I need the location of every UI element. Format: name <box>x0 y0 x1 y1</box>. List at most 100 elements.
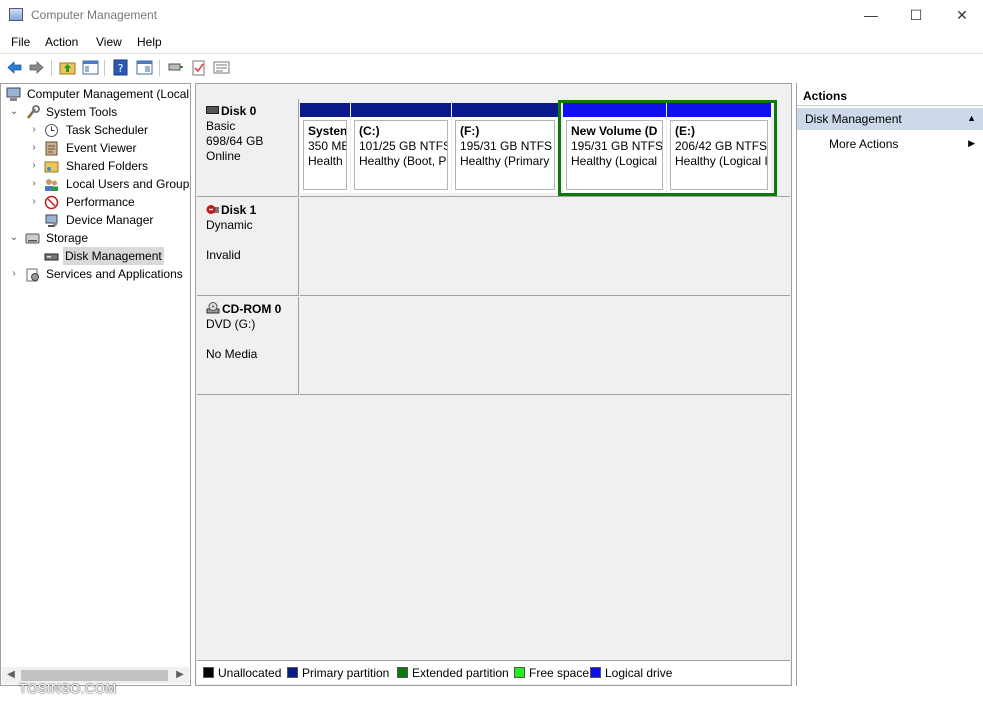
legend-swatch <box>590 667 601 678</box>
scrollbar-thumb[interactable] <box>21 670 168 681</box>
actions-header: Actions <box>797 86 983 106</box>
partition-size: 350 MB <box>308 139 347 153</box>
disk-name: Disk 1 <box>221 203 257 217</box>
tree-item-label: Task Scheduler <box>66 123 149 137</box>
close-button[interactable]: ✕ <box>942 4 982 28</box>
legend-swatch <box>287 667 298 678</box>
performance-icon <box>44 195 59 210</box>
actions-group-disk-management[interactable]: Disk Management ▲ <box>797 108 983 130</box>
disk-name: CD-ROM 0 <box>222 302 282 316</box>
title-bar: Computer Management — ☐ ✕ <box>0 0 983 31</box>
more-actions-link[interactable]: More Actions <box>829 137 898 151</box>
chevron-right-icon[interactable]: › <box>28 121 40 139</box>
disk-management-pane: Disk 0 Basic 698/64 GB Online Systen 350… <box>195 83 792 686</box>
tree-item-label: Device Manager <box>66 213 154 227</box>
tree-item-label: Storage <box>46 231 89 245</box>
partition-status: Healthy (Boot, P <box>359 154 447 168</box>
legend-extended-partition: Extended partition <box>397 666 509 680</box>
task-scheduler-icon <box>45 124 58 137</box>
partition-status: Healthy (Primary <box>460 154 550 168</box>
forward-arrow-icon[interactable] <box>28 59 45 76</box>
disk-size: 698/64 GB <box>206 134 264 148</box>
legend-free-space: Free space <box>514 666 589 680</box>
connect-icon[interactable] <box>167 59 184 76</box>
tree-item-label: Local Users and Groups <box>66 177 191 191</box>
computer-management-icon <box>6 87 21 101</box>
partition-size: 101/25 GB NTFS <box>359 139 448 153</box>
services-icon <box>26 268 39 282</box>
chevron-right-icon[interactable]: › <box>8 265 20 283</box>
chevron-right-icon[interactable]: › <box>28 157 40 175</box>
scroll-left-arrow-icon[interactable]: ◀ <box>4 668 18 682</box>
chevron-right-icon[interactable]: ▶ <box>968 138 975 149</box>
cd-drive-icon <box>206 302 220 314</box>
shared-folders-icon <box>44 161 59 173</box>
disk-0-label[interactable]: Disk 0 Basic 698/64 GB Online <box>197 99 299 197</box>
svg-text:?: ? <box>118 62 124 75</box>
properties-check-icon[interactable] <box>190 59 207 76</box>
partition-f[interactable]: (F:) 195/31 GB NTFS Healthy (Primary <box>452 103 558 193</box>
tree-item-label: Disk Management <box>63 247 164 265</box>
partition-stripe <box>452 103 558 117</box>
menu-action[interactable]: Action <box>45 35 78 49</box>
watermark: TOSINSO.COM <box>19 681 117 696</box>
system-tools-icon <box>27 105 40 119</box>
extended-partition-outline <box>558 100 777 196</box>
tree-item-label: Performance <box>66 195 135 209</box>
partition-stripe <box>351 103 451 117</box>
disk-size <box>206 233 298 248</box>
cdrom-0-label[interactable]: CD-ROM 0 DVD (G:) No Media <box>197 297 299 395</box>
disk-type: DVD (G:) <box>206 317 256 331</box>
disk-status: Invalid <box>206 248 241 262</box>
disk-type: Dynamic <box>206 218 253 232</box>
maximize-button[interactable]: ☐ <box>896 4 936 28</box>
show-hide-console-tree-icon[interactable] <box>82 59 99 76</box>
chevron-down-icon[interactable]: ⌄ <box>8 103 20 121</box>
legend-swatch <box>514 667 525 678</box>
menu-help[interactable]: Help <box>137 35 162 49</box>
tree-item-label: System Tools <box>46 105 118 119</box>
list-view-icon[interactable] <box>213 59 230 76</box>
minimize-button[interactable]: — <box>851 4 891 28</box>
back-arrow-icon[interactable] <box>6 59 23 76</box>
legend-unallocated: Unallocated <box>203 666 281 680</box>
window-title: Computer Management <box>31 8 158 22</box>
chevron-down-icon[interactable]: ⌄ <box>8 229 20 247</box>
disk-error-icon <box>206 205 219 214</box>
up-folder-icon[interactable] <box>59 59 76 76</box>
partition-name: (F:) <box>460 124 480 138</box>
chevron-right-icon[interactable]: › <box>28 139 40 157</box>
scroll-right-arrow-icon[interactable]: ▶ <box>173 668 187 682</box>
chevron-right-icon[interactable]: › <box>28 175 40 193</box>
cdrom-0-area <box>300 297 790 395</box>
partition-stripe <box>300 103 350 117</box>
legend-primary-partition: Primary partition <box>287 666 389 680</box>
partition-c[interactable]: (C:) 101/25 GB NTFS Healthy (Boot, P <box>351 103 451 193</box>
event-viewer-icon <box>45 141 58 156</box>
disk-1-label[interactable]: Disk 1 Dynamic Invalid <box>197 198 299 296</box>
tree-item-label: Event Viewer <box>66 141 137 155</box>
menu-view[interactable]: View <box>96 35 122 49</box>
help-icon[interactable]: ? <box>112 59 129 76</box>
show-hide-action-pane-icon[interactable] <box>136 59 153 76</box>
partition-name: (C:) <box>359 124 380 138</box>
actions-group-label: Disk Management <box>805 112 902 126</box>
device-manager-icon <box>45 214 58 227</box>
actions-pane: Actions Disk Management ▲ More Actions ▶ <box>796 83 983 686</box>
disk-status: Online <box>206 149 241 163</box>
legend-logical-drive: Logical drive <box>590 666 672 680</box>
tree-item-label: Services and Applications <box>46 267 183 281</box>
partition-size: 195/31 GB NTFS <box>460 139 553 153</box>
collapse-up-icon[interactable]: ▲ <box>967 113 976 123</box>
tree-item-label: Shared Folders <box>66 159 149 173</box>
console-tree[interactable]: Computer Management (Local ⌄ System Tool… <box>0 83 191 686</box>
local-users-icon <box>45 179 58 191</box>
partition-name: Systen <box>308 124 347 138</box>
menu-bar: File Action View Help <box>0 31 983 53</box>
partition-system-reserved[interactable]: Systen 350 MB Health <box>300 103 350 193</box>
menu-file[interactable]: File <box>11 35 30 49</box>
storage-icon <box>25 233 40 244</box>
chevron-right-icon[interactable]: › <box>28 193 40 211</box>
legend-swatch <box>203 667 214 678</box>
disk-name: Disk 0 <box>221 104 257 118</box>
